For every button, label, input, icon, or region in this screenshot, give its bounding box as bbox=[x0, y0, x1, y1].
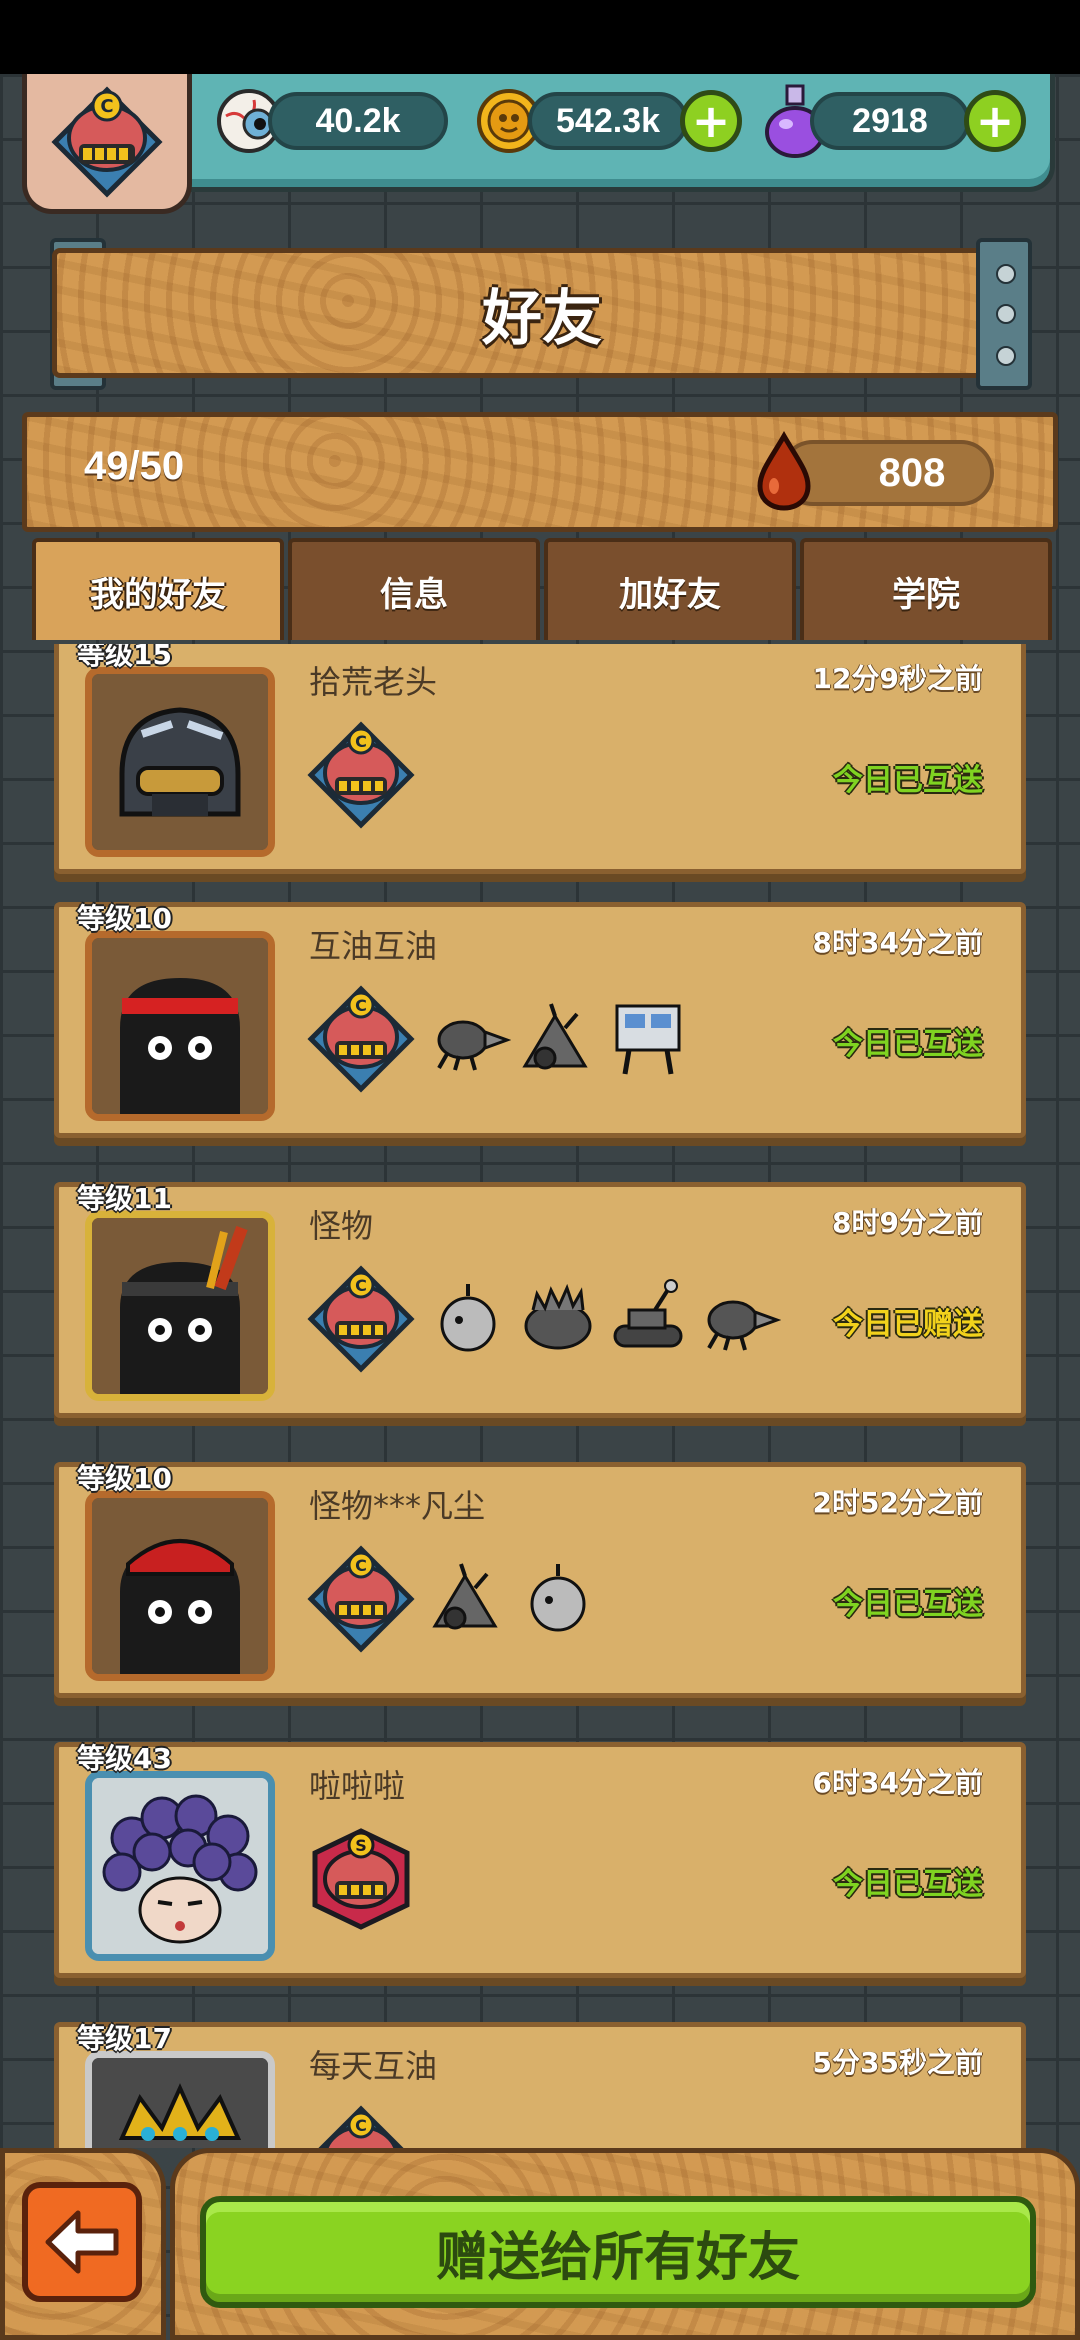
friend-level: 等级15 bbox=[77, 644, 172, 671]
svg-text:C: C bbox=[355, 1556, 367, 1575]
tank-unit-icon bbox=[613, 1279, 683, 1348]
friend-name: 怪物***凡尘 bbox=[309, 1487, 486, 1525]
friend-portrait bbox=[85, 1771, 275, 1961]
svg-text:S: S bbox=[355, 1836, 367, 1855]
friend-card[interactable]: 等级15 拾荒老头 12分9秒之前 C 今日已互送 bbox=[54, 644, 1026, 874]
friend-units: C bbox=[301, 1539, 601, 1659]
friend-last-seen: 6时34分之前 bbox=[812, 1766, 983, 1799]
crown-avatar-icon bbox=[92, 2058, 268, 2148]
title-banner: 好友 bbox=[52, 248, 1032, 378]
svg-text:C: C bbox=[355, 996, 367, 1015]
add-coins-button[interactable]: + bbox=[680, 90, 742, 152]
gift-status: 今日已赠送 bbox=[833, 1307, 983, 1342]
rank-badge-icon: C bbox=[318, 2105, 404, 2148]
friend-card[interactable]: 等级10 怪物***凡尘 2时52分之前 C 今日已互送 bbox=[54, 1462, 1026, 1698]
friend-last-seen: 8时9分之前 bbox=[832, 1206, 983, 1239]
friend-last-seen: 8时34分之前 bbox=[812, 926, 983, 959]
afro-avatar-icon bbox=[92, 1778, 268, 1954]
page-title: 好友 bbox=[482, 283, 602, 354]
eyes-amount: 40.2k bbox=[268, 92, 448, 150]
friend-units: C bbox=[301, 1259, 781, 1379]
friend-name: 怪物 bbox=[309, 1207, 374, 1245]
arrow-left-icon bbox=[45, 2210, 119, 2274]
robot-unit-icon bbox=[615, 1004, 681, 1075]
friend-name: 每天互油 bbox=[309, 2047, 438, 2085]
blob-avatar-icon bbox=[92, 938, 268, 1114]
drill-bug-unit-icon bbox=[437, 1020, 511, 1071]
friend-last-seen: 2时52分之前 bbox=[812, 1486, 983, 1519]
friend-level: 等级10 bbox=[77, 1462, 172, 1495]
friend-level: 等级17 bbox=[77, 2022, 172, 2055]
svg-text:C: C bbox=[355, 1276, 367, 1295]
coins-amount: 542.3k bbox=[528, 92, 688, 150]
tab-add-friend[interactable]: 加好友 bbox=[544, 538, 796, 640]
gift-status: 今日已互送 bbox=[833, 1027, 983, 1062]
friend-name: 拾荒老头 bbox=[309, 663, 438, 701]
rank-badge-s-icon: S bbox=[312, 1828, 410, 1930]
friend-units: C bbox=[301, 979, 691, 1099]
gift-status: 今日已互送 bbox=[833, 1587, 983, 1622]
svg-text:C: C bbox=[355, 732, 367, 751]
potions-amount: 2918 bbox=[810, 92, 970, 150]
spiky-shell-unit-icon bbox=[524, 1283, 592, 1350]
spike-mech-unit-icon bbox=[432, 1563, 498, 1630]
gift-all-friends-button[interactable]: 赠送给所有好友 bbox=[200, 2196, 1036, 2308]
blood-drop-icon bbox=[757, 431, 811, 511]
friend-level: 等级43 bbox=[77, 1742, 172, 1775]
friend-list[interactable]: 等级15 拾荒老头 12分9秒之前 C 今日已互送 等级10 互油互油 8时34… bbox=[0, 644, 1080, 2148]
svg-text:C: C bbox=[100, 96, 113, 117]
friend-portrait bbox=[85, 667, 275, 857]
friend-units: C bbox=[301, 2099, 421, 2148]
tab-academy[interactable]: 学院 bbox=[800, 538, 1052, 640]
banner-bracket-right bbox=[976, 238, 1032, 390]
friend-last-seen: 5分35秒之前 bbox=[812, 2046, 983, 2079]
rank-badge-icon: C bbox=[307, 1265, 415, 1373]
tab-messages[interactable]: 信息 bbox=[288, 538, 540, 640]
puffer-unit-icon bbox=[440, 1284, 496, 1352]
friend-units: S bbox=[301, 1819, 421, 1939]
friend-level: 等级10 bbox=[77, 902, 172, 935]
puffer-unit-icon bbox=[530, 1564, 586, 1632]
cap-blob-avatar-icon bbox=[92, 1498, 268, 1674]
back-button[interactable] bbox=[22, 2182, 142, 2302]
tab-my-friends[interactable]: 我的好友 bbox=[32, 538, 284, 640]
gift-status: 今日已互送 bbox=[833, 1867, 983, 1902]
friend-name: 互油互油 bbox=[309, 927, 438, 965]
friend-level: 等级11 bbox=[77, 1182, 172, 1215]
friend-units: C bbox=[301, 715, 421, 835]
friend-card[interactable]: 等级11 怪物 8时9分之前 C 今日已赠送 bbox=[54, 1182, 1026, 1418]
add-potions-button[interactable]: + bbox=[964, 90, 1026, 152]
svg-text:C: C bbox=[355, 2116, 367, 2135]
friend-portrait bbox=[85, 1491, 275, 1681]
status-bar bbox=[0, 0, 1080, 74]
friend-portrait bbox=[85, 2051, 275, 2148]
friend-card[interactable]: 等级17 每天互油 5分35秒之前 C bbox=[54, 2022, 1026, 2148]
player-avatar[interactable]: C bbox=[22, 74, 192, 214]
feather-blob-avatar-icon bbox=[92, 1218, 268, 1394]
friend-name: 啦啦啦 bbox=[309, 1767, 406, 1805]
rank-badge-icon: C bbox=[307, 721, 415, 829]
gift-status: 今日已互送 bbox=[833, 763, 983, 798]
friend-card[interactable]: 等级43 啦啦啦 6时34分之前 S 今日已互送 bbox=[54, 1742, 1026, 1978]
rank-badge-icon: C bbox=[51, 85, 163, 198]
friend-card[interactable]: 等级10 互油互油 8时34分之前 C 今日已互送 bbox=[54, 902, 1026, 1138]
friend-last-seen: 12分9秒之前 bbox=[812, 662, 983, 695]
friend-portrait bbox=[85, 931, 275, 1121]
friend-portrait bbox=[85, 1211, 275, 1401]
drill-bug-unit-icon bbox=[707, 1300, 781, 1351]
helmet-avatar-icon bbox=[92, 674, 268, 850]
rank-badge-icon: C bbox=[307, 1545, 415, 1653]
friend-count: 49/50 bbox=[84, 444, 185, 488]
spike-mech-unit-icon bbox=[522, 1003, 588, 1070]
rank-badge-icon: C bbox=[307, 985, 415, 1093]
